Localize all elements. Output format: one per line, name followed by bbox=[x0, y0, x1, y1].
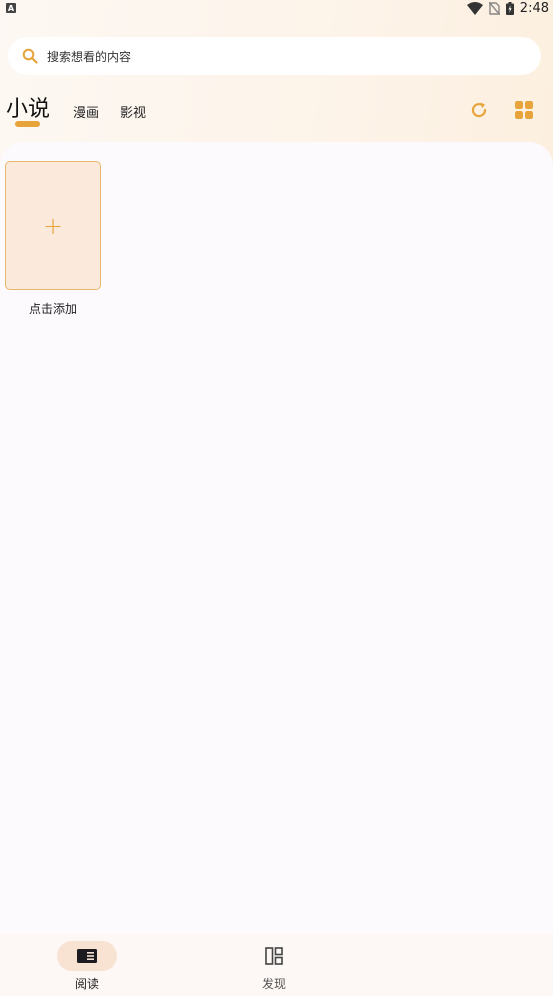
tab-novel[interactable]: 小说 bbox=[6, 91, 50, 123]
no-sim-icon bbox=[488, 1, 500, 15]
search-icon bbox=[22, 48, 38, 64]
grid-icon[interactable] bbox=[514, 100, 534, 120]
battery-icon bbox=[505, 1, 514, 15]
add-book-label: 点击添加 bbox=[28, 302, 77, 316]
discover-icon bbox=[265, 947, 283, 965]
book-icon bbox=[77, 949, 97, 963]
wifi-icon bbox=[466, 1, 483, 15]
nav-label-discover: 发现 bbox=[261, 977, 286, 991]
nav-item-read[interactable]: 阅读 bbox=[27, 934, 147, 996]
tab-manga[interactable]: 漫画 bbox=[73, 102, 99, 121]
discover-icon-wrap bbox=[264, 945, 284, 967]
clock: 2:48 bbox=[519, 0, 549, 16]
app-notification-icon: A bbox=[6, 3, 16, 13]
bottom-navigation: 阅读 发现 bbox=[0, 934, 553, 996]
tab-indicator bbox=[15, 121, 40, 127]
status-bar: A 2:48 bbox=[0, 0, 553, 16]
refresh-icon[interactable] bbox=[469, 100, 489, 120]
nav-active-indicator bbox=[57, 941, 117, 971]
add-book-card[interactable]: + bbox=[5, 161, 101, 290]
nav-item-discover[interactable]: 发现 bbox=[214, 934, 334, 996]
plus-icon: + bbox=[42, 211, 64, 240]
nav-label-read: 阅读 bbox=[74, 977, 99, 991]
search-bar[interactable]: 搜索想看的内容 bbox=[8, 37, 541, 75]
tab-video[interactable]: 影视 bbox=[120, 102, 146, 121]
search-placeholder: 搜索想看的内容 bbox=[47, 49, 132, 64]
